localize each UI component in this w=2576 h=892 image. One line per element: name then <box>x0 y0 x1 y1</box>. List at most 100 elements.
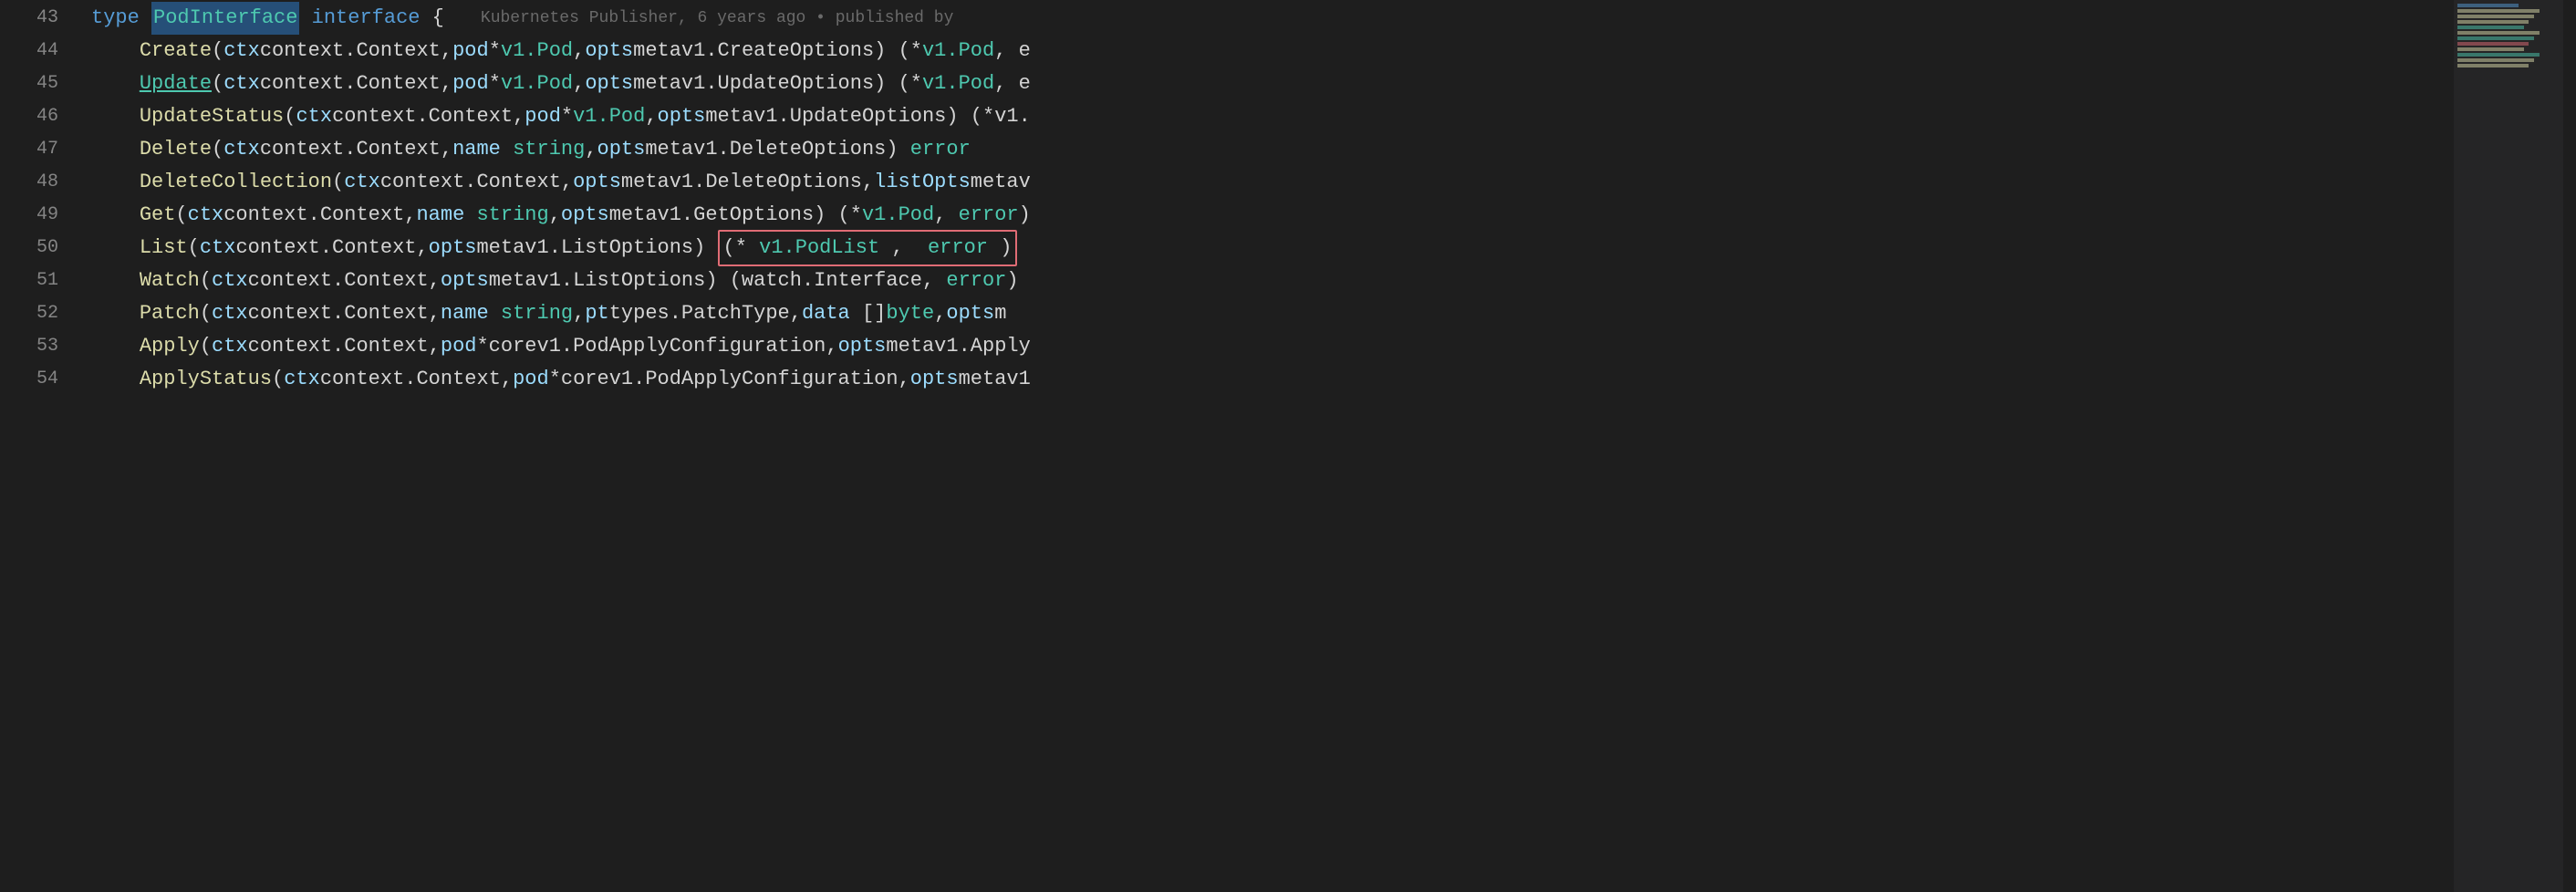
method-get: Get <box>140 199 176 232</box>
method-apply: Apply <box>140 330 200 363</box>
minimap-line-5 <box>2457 26 2524 29</box>
minimap-line-12 <box>2457 64 2529 67</box>
minimap-content <box>2454 0 2563 73</box>
minimap-line-11 <box>2457 58 2534 62</box>
type-string-49: string <box>476 199 548 232</box>
type-string-52: string <box>501 297 573 330</box>
method-patch: Patch <box>140 297 200 330</box>
type-error-47: error <box>910 133 971 166</box>
param-ctx-49: ctx <box>188 199 224 232</box>
minimap-line-7 <box>2457 36 2534 40</box>
line-num-44: 44 <box>0 35 58 67</box>
param-pod: pod <box>452 35 489 67</box>
type-error-51: error <box>946 264 1006 297</box>
minimap-line-8 <box>2457 42 2529 46</box>
line-num-54: 54 <box>0 363 58 396</box>
param-opts-49: opts <box>561 199 609 232</box>
type-v1pod-49: v1.Pod <box>862 199 934 232</box>
keyword-interface: interface <box>312 2 421 35</box>
code-line-44: Create ( ctx context.Context, pod * v1.P… <box>91 35 2454 67</box>
line-num-50: 50 <box>0 232 58 264</box>
code-line-46: UpdateStatus ( ctx context.Context, pod … <box>91 100 2454 133</box>
code-line-49: Get ( ctx context.Context, name string ,… <box>91 199 2454 232</box>
method-updatestatus: UpdateStatus <box>140 100 284 133</box>
code-line-51: Watch ( ctx context.Context, opts metav1… <box>91 264 2454 297</box>
param-opts-53: opts <box>838 330 887 363</box>
method-deletecollection: DeleteCollection <box>140 166 332 199</box>
code-line-52: Patch ( ctx context.Context, name string… <box>91 297 2454 330</box>
minimap-line-1 <box>2457 4 2519 7</box>
param-name-49: name <box>416 199 464 232</box>
param-opts-51: opts <box>441 264 489 297</box>
method-delete: Delete <box>140 133 212 166</box>
minimap-line-2 <box>2457 9 2540 13</box>
minimap-line-6 <box>2457 31 2540 35</box>
minimap <box>2454 0 2563 892</box>
line-num-46: 46 <box>0 100 58 133</box>
line-num-53: 53 <box>0 330 58 363</box>
line-num-48: 48 <box>0 166 58 199</box>
method-watch: Watch <box>140 264 200 297</box>
line-num-45: 45 <box>0 67 58 100</box>
param-ctx-47: ctx <box>223 133 260 166</box>
code-line-54: ApplyStatus ( ctx context.Context, pod *… <box>91 363 2454 396</box>
code-content: type PodInterface interface { Kubernetes… <box>73 0 2454 892</box>
keyword-type: type <box>91 2 140 35</box>
param-opts: opts <box>585 35 633 67</box>
type-error-49: error <box>959 199 1019 232</box>
type-string-47: string <box>513 133 585 166</box>
git-blame-43: Kubernetes Publisher, 6 years ago • publ… <box>481 2 953 35</box>
code-line-43: type PodInterface interface { Kubernetes… <box>91 2 2454 35</box>
param-opts-45: opts <box>585 67 633 100</box>
method-list: List <box>140 232 188 264</box>
line-num-49: 49 <box>0 199 58 232</box>
type-byte-52: byte <box>886 297 934 330</box>
code-line-47: Delete ( ctx context.Context, name strin… <box>91 133 2454 166</box>
method-applystatus: ApplyStatus <box>140 363 272 396</box>
open-brace: { <box>420 2 443 35</box>
param-ctx-52: ctx <box>212 297 248 330</box>
minimap-line-9 <box>2457 47 2524 51</box>
scrollbar[interactable] <box>2563 0 2576 892</box>
type-error-50: error <box>928 236 988 259</box>
param-pod-54: pod <box>513 363 549 396</box>
line-num-52: 52 <box>0 297 58 330</box>
param-pod-46: pod <box>525 100 561 133</box>
type-v1pod: v1.Pod <box>501 35 573 67</box>
minimap-line-4 <box>2457 20 2529 24</box>
return-type-highlight-50: (* v1.PodList , error ) <box>718 230 1018 266</box>
code-editor: 43 44 45 46 47 48 49 50 51 52 53 54 type… <box>0 0 2576 892</box>
param-ctx-46: ctx <box>296 100 332 133</box>
param-ctx-54: ctx <box>284 363 320 396</box>
param-listopts-48: listOpts <box>874 166 971 199</box>
line-numbers: 43 44 45 46 47 48 49 50 51 52 53 54 <box>0 0 73 892</box>
type-v1pod-46: v1.Pod <box>573 100 645 133</box>
param-pt-52: pt <box>585 297 608 330</box>
param-ctx-50: ctx <box>200 232 236 264</box>
line-num-51: 51 <box>0 264 58 297</box>
param-pod-45: pod <box>452 67 489 100</box>
code-line-45: Update ( ctx context.Context, pod * v1.P… <box>91 67 2454 100</box>
param-opts-47: opts <box>597 133 646 166</box>
type-v1pod-45: v1.Pod <box>501 67 573 100</box>
code-line-53: Apply ( ctx context.Context, pod *corev1… <box>91 330 2454 363</box>
param-name-52: name <box>441 297 489 330</box>
type-v1podlist: v1.PodList <box>759 236 879 259</box>
param-opts-54: opts <box>910 363 959 396</box>
param-opts-52: opts <box>946 297 994 330</box>
param-ctx-48: ctx <box>344 166 380 199</box>
param-opts-50: opts <box>429 232 477 264</box>
method-update: Update <box>140 67 212 100</box>
minimap-line-10 <box>2457 53 2540 57</box>
param-opts-46: opts <box>658 100 706 133</box>
minimap-line-3 <box>2457 15 2534 18</box>
code-line-48: DeleteCollection ( ctx context.Context, … <box>91 166 2454 199</box>
param-name-47: name <box>452 133 501 166</box>
type-podinterface: PodInterface <box>151 2 299 35</box>
line-num-47: 47 <box>0 133 58 166</box>
param-pod-53: pod <box>441 330 477 363</box>
indent <box>91 35 140 67</box>
param-ctx: ctx <box>223 35 260 67</box>
line-num-43: 43 <box>0 2 58 35</box>
method-create: Create <box>140 35 212 67</box>
